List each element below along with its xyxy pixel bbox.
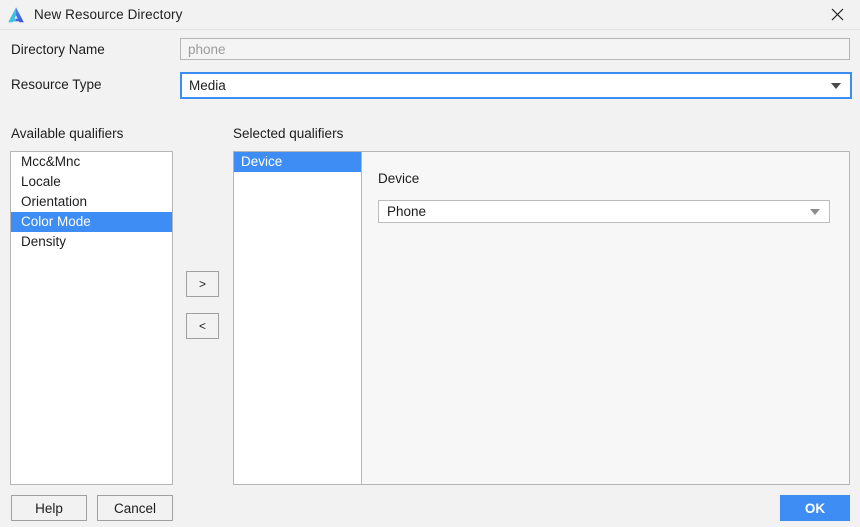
device-select[interactable]: Phone: [378, 200, 830, 223]
device-label: Device: [378, 171, 420, 186]
move-right-button[interactable]: >: [186, 271, 219, 297]
ok-button[interactable]: OK: [780, 495, 850, 521]
move-left-button[interactable]: <: [186, 313, 219, 339]
resource-type-label: Resource Type: [11, 77, 102, 92]
list-item[interactable]: Density: [11, 232, 172, 252]
close-button[interactable]: [814, 0, 860, 29]
cancel-button[interactable]: Cancel: [97, 495, 173, 521]
selected-qualifiers-caption: Selected qualifiers: [233, 126, 344, 141]
list-item[interactable]: Orientation: [11, 192, 172, 212]
selected-qualifiers-list[interactable]: Device: [234, 152, 362, 484]
window-title: New Resource Directory: [34, 7, 183, 22]
android-studio-logo-icon: [8, 6, 24, 22]
close-icon: [831, 8, 843, 21]
list-item[interactable]: Locale: [11, 172, 172, 192]
available-qualifiers-list[interactable]: Mcc&Mnc Locale Orientation Color Mode De…: [10, 151, 173, 485]
directory-name-input[interactable]: [180, 38, 850, 60]
selected-qualifiers-panel: Device Device Phone: [233, 151, 850, 485]
resource-type-select[interactable]: Media: [180, 72, 852, 99]
list-item[interactable]: Mcc&Mnc: [11, 152, 172, 172]
directory-name-label: Directory Name: [11, 42, 105, 57]
list-item[interactable]: Color Mode: [11, 212, 172, 232]
list-item[interactable]: Device: [234, 152, 361, 172]
chevron-down-icon: [831, 82, 841, 89]
device-select-value: Phone: [387, 204, 427, 219]
resource-type-value: Media: [189, 78, 226, 93]
help-button[interactable]: Help: [11, 495, 87, 521]
chevron-down-icon: [810, 208, 820, 215]
qualifier-detail-pane: Device Phone: [362, 152, 849, 484]
title-bar: New Resource Directory: [0, 0, 860, 30]
available-qualifiers-caption: Available qualifiers: [11, 126, 124, 141]
